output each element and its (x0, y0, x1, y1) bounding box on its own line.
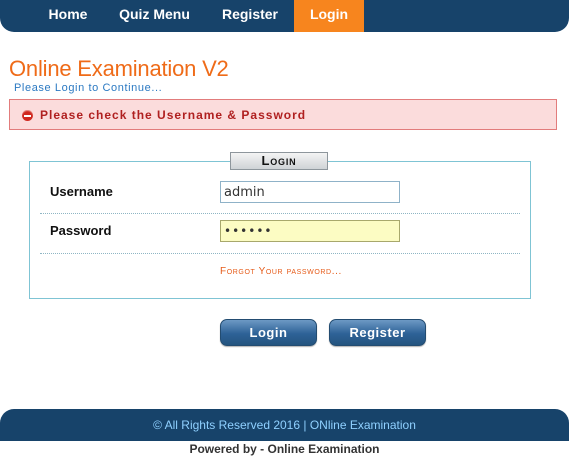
password-input[interactable] (220, 220, 400, 242)
page-subtitle: Please Login to Continue... (14, 82, 163, 94)
top-nav: Home Quiz Menu Register Login (0, 0, 569, 32)
username-label: Username (50, 184, 113, 199)
error-text: Please check the Username & Password (40, 108, 307, 122)
nav-register[interactable]: Register (209, 0, 291, 32)
row-divider (40, 213, 520, 214)
footer-copyright: © All Rights Reserved 2016 | ONline Exam… (153, 418, 416, 432)
login-legend: Login (230, 152, 328, 170)
password-label: Password (50, 223, 112, 238)
powered-by: Powered by - Online Examination (189, 442, 380, 456)
nav-quiz-menu[interactable]: Quiz Menu (109, 0, 200, 32)
username-input[interactable] (220, 181, 400, 203)
nav-home[interactable]: Home (36, 0, 100, 32)
forgot-password-link[interactable]: Forgot Your password... (220, 266, 342, 277)
register-button[interactable]: Register (329, 319, 426, 346)
nav-login[interactable]: Login (294, 0, 364, 32)
error-icon (22, 110, 33, 121)
row-divider (40, 253, 520, 254)
login-button[interactable]: Login (220, 319, 317, 346)
page-title: Online Examination V2 (9, 56, 229, 81)
footer: © All Rights Reserved 2016 | ONline Exam… (0, 409, 569, 441)
error-message-box: Please check the Username & Password (9, 99, 557, 130)
